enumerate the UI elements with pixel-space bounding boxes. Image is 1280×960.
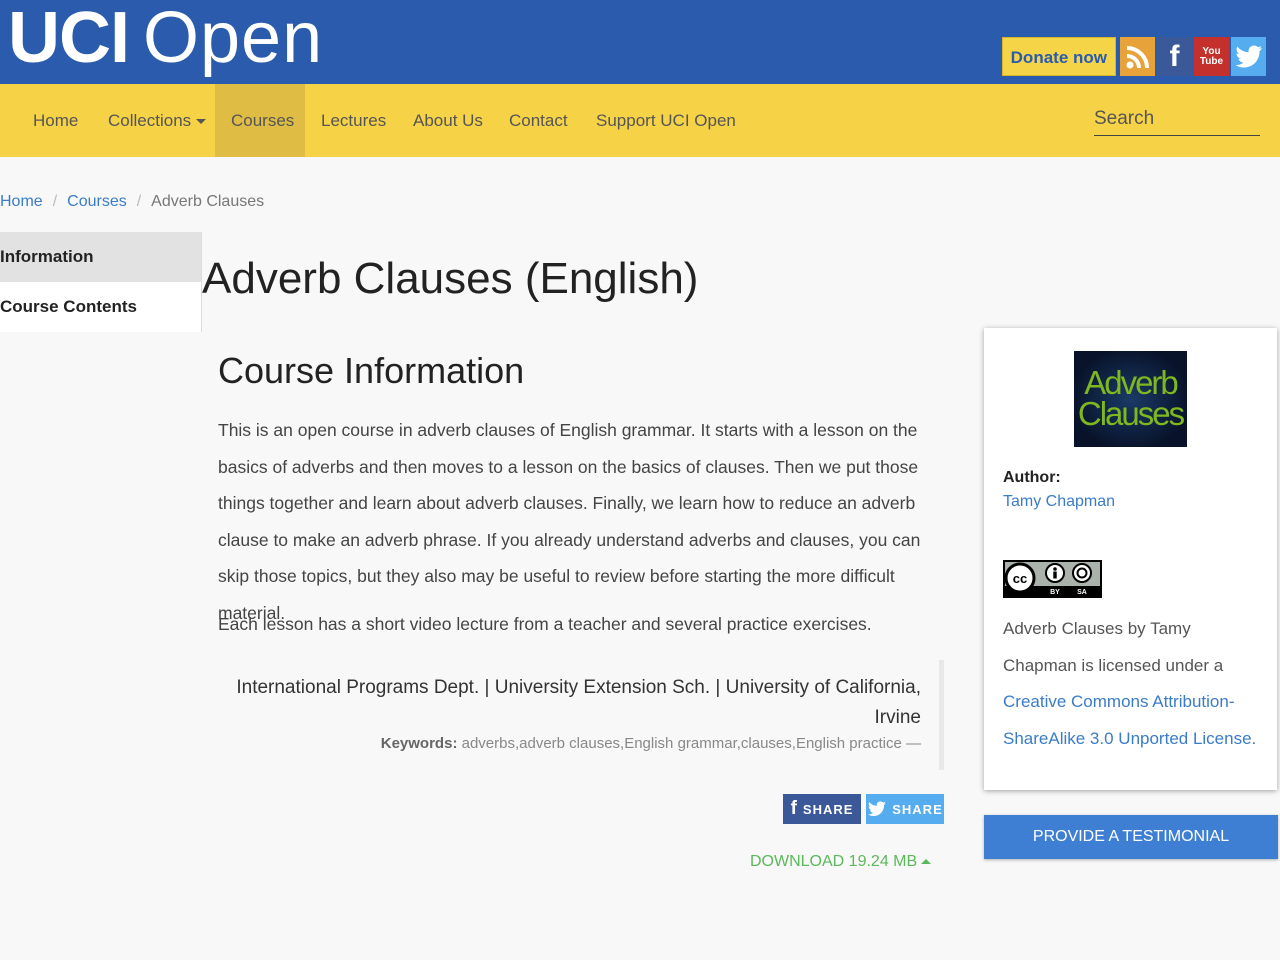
nav-courses[interactable]: Courses — [215, 84, 305, 157]
thumbnail-line-1: Adverb — [1084, 364, 1179, 401]
nav-support[interactable]: Support UCI Open — [580, 84, 752, 157]
course-thumbnail: Adverb Clauses — [1074, 351, 1187, 447]
twitter-share-button[interactable]: SHARE — [866, 794, 944, 824]
nav-about-us[interactable]: About Us — [397, 84, 499, 157]
site-header: UCI Open Donate now f You Tube — [0, 0, 1280, 84]
cc-by-text: BY — [1050, 589, 1060, 596]
download-label: DOWNLOAD 19.24 MB — [750, 853, 918, 870]
chevron-down-icon — [196, 119, 207, 125]
logo-uci-text: UCI — [8, 0, 130, 78]
nav-home[interactable]: Home — [17, 84, 94, 157]
author-label: Author: — [1003, 469, 1061, 486]
author-link[interactable]: Tamy Chapman — [1003, 493, 1115, 511]
breadcrumb-current: Adverb Clauses — [151, 193, 265, 210]
nav-contact[interactable]: Contact — [493, 84, 584, 157]
youtube-icon-text: You Tube — [1199, 45, 1224, 67]
cc-symbol-text: cc — [1013, 571, 1027, 586]
header-actions: Donate now f You Tube — [1001, 37, 1266, 76]
breadcrumb-separator: / — [136, 193, 142, 210]
facebook-share-label: SHARE — [802, 801, 854, 817]
keywords-value: adverbs,adverb clauses,English grammar,c… — [461, 735, 921, 752]
uci-open-logo[interactable]: UCI Open — [8, 0, 323, 80]
facebook-share-button[interactable]: f SHARE — [783, 794, 861, 824]
donate-button[interactable]: Donate now — [1001, 37, 1116, 76]
thumbnail-line-2: Clauses — [1077, 395, 1185, 432]
breadcrumb-courses[interactable]: Courses — [67, 193, 127, 210]
page-title: Adverb Clauses (English) — [202, 254, 699, 303]
side-tabs: Information Course Contents — [0, 232, 202, 332]
twitter-icon — [868, 801, 886, 816]
license-text: Adverb Clauses by Tamy Chapman is licens… — [1003, 611, 1263, 757]
facebook-icon: f — [790, 798, 798, 819]
nav-collections[interactable]: Collections — [92, 84, 222, 157]
provide-testimonial-button[interactable]: PROVIDE A TESTIMONIAL — [984, 815, 1278, 859]
keywords-label: Keywords: — [380, 735, 458, 752]
breadcrumb-separator: / — [52, 193, 58, 210]
facebook-icon[interactable]: f — [1157, 37, 1192, 76]
breadcrumb: Home / Courses / Adverb Clauses — [0, 193, 264, 211]
search-input[interactable]: Search — [1094, 108, 1260, 136]
cc-license-badge[interactable]: cc BY SA — [1003, 560, 1102, 598]
nav-collections-label: Collections — [108, 111, 192, 130]
main-nav: Home Collections Courses Lectures About … — [0, 84, 1280, 157]
keywords: Keywords: adverbs,adverb clauses,English… — [218, 735, 921, 752]
twitter-icon[interactable] — [1231, 37, 1266, 76]
youtube-icon[interactable]: You Tube — [1194, 37, 1229, 76]
course-description-2: Each lesson has a short video lecture fr… — [218, 614, 872, 634]
breadcrumb-home[interactable]: Home — [0, 193, 43, 210]
course-description: This is an open course in adverb clauses… — [218, 420, 921, 623]
tab-information[interactable]: Information — [0, 232, 202, 282]
license-statement: Adverb Clauses by Tamy Chapman is licens… — [1003, 619, 1224, 675]
section-title: Course Information — [218, 350, 525, 391]
rss-icon[interactable] — [1120, 37, 1155, 76]
logo-open-text: Open — [143, 0, 324, 78]
course-meta-quote: International Programs Dept. | Universit… — [218, 660, 944, 770]
course-info-card: Adverb Clauses Author: Tamy Chapman cc B… — [984, 328, 1277, 790]
nav-lectures[interactable]: Lectures — [305, 84, 402, 157]
tab-course-contents[interactable]: Course Contents — [0, 282, 202, 332]
twitter-share-label: SHARE — [892, 801, 943, 817]
caret-up-icon — [921, 859, 932, 865]
license-link[interactable]: Creative Commons Attribution-ShareAlike … — [1003, 692, 1256, 748]
download-link[interactable]: DOWNLOAD 19.24 MB — [750, 853, 932, 871]
affiliation: International Programs Dept. | Universit… — [236, 677, 921, 728]
cc-sa-text: SA — [1077, 589, 1087, 596]
